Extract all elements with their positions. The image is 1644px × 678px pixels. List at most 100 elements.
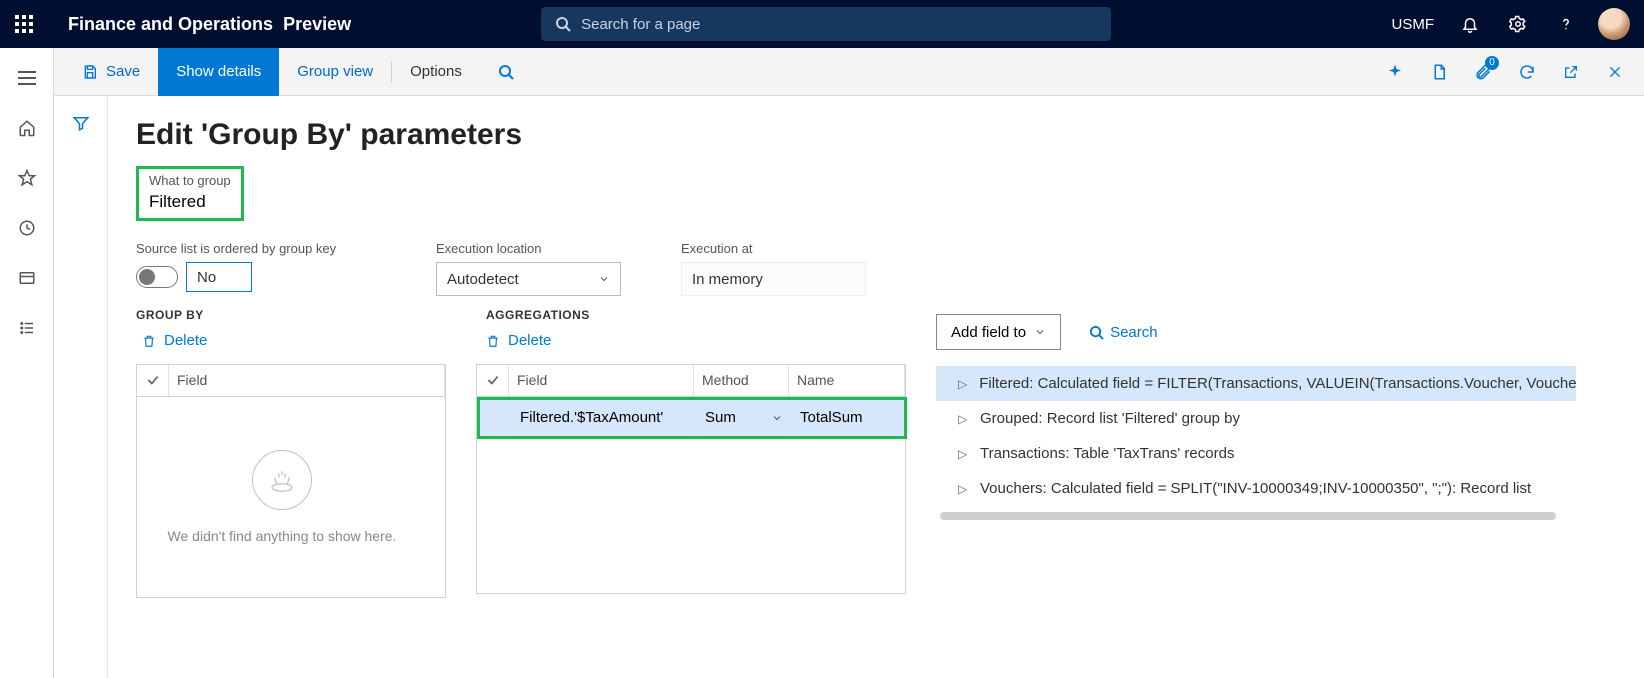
add-field-button[interactable]: Add field to xyxy=(936,314,1061,350)
groupby-field-header[interactable]: Field xyxy=(169,365,445,396)
exec-at-value: In memory xyxy=(681,262,866,296)
delete-label: Delete xyxy=(508,332,551,349)
app-title: Finance and Operations Preview xyxy=(68,14,351,35)
exec-location-select[interactable]: Autodetect xyxy=(436,262,621,296)
editor-columns: GROUP BY Delete Field xyxy=(136,308,1644,598)
app-launcher-button[interactable] xyxy=(0,0,48,48)
aggr-row[interactable]: Filtered.'$TaxAmount' Sum TotalSum xyxy=(480,400,904,436)
left-rail xyxy=(0,48,54,678)
global-search[interactable] xyxy=(541,7,1111,41)
ordered-toggle[interactable] xyxy=(136,266,178,288)
copilot-button[interactable] xyxy=(1376,53,1414,91)
tree-item-vouchers[interactable]: ▷ Vouchers: Calculated field = SPLIT("IN… xyxy=(936,471,1576,506)
options-label: Options xyxy=(410,63,462,80)
exec-at-label: Execution at xyxy=(681,241,866,256)
aggregations-column: AGGREGATIONS Delete Field Method Name xyxy=(476,308,906,598)
what-to-group-value[interactable]: Filtered xyxy=(149,188,231,212)
settings-button[interactable] xyxy=(1496,0,1540,48)
empty-icon xyxy=(252,450,312,510)
page-options-button[interactable] xyxy=(1420,53,1458,91)
search-input[interactable] xyxy=(581,16,1097,33)
group-view-button[interactable]: Group view xyxy=(279,48,391,96)
tree-item-transactions[interactable]: ▷ Transactions: Table 'TaxTrans' records xyxy=(936,436,1576,471)
what-to-group-block: What to group Filtered xyxy=(136,166,244,221)
show-details-button[interactable]: Show details xyxy=(158,48,279,96)
aggregations-select-all[interactable] xyxy=(477,365,509,396)
favorites-button[interactable] xyxy=(7,164,47,192)
aggregations-delete-button[interactable]: Delete xyxy=(486,332,551,349)
aggregations-grid: Field Method Name Filtered.'$TaxAmount' … xyxy=(476,364,906,594)
expand-icon[interactable]: ▷ xyxy=(958,412,968,426)
attachments-button[interactable]: 0 xyxy=(1464,53,1502,91)
picker-search-button[interactable]: Search xyxy=(1089,324,1158,341)
exec-location-group: Execution location Autodetect xyxy=(436,241,621,296)
popout-button[interactable] xyxy=(1552,53,1590,91)
check-icon xyxy=(486,373,500,387)
aggr-method-header[interactable]: Method xyxy=(694,365,789,396)
avatar-button[interactable] xyxy=(1592,0,1636,48)
filter-button[interactable] xyxy=(72,114,90,132)
main-pane: Edit 'Group By' parameters What to group… xyxy=(108,96,1644,678)
trash-icon xyxy=(142,333,156,349)
tree-item-label: Transactions: Table 'TaxTrans' records xyxy=(980,445,1234,462)
options-button[interactable]: Options xyxy=(392,48,480,96)
save-button[interactable]: Save xyxy=(64,48,158,96)
exec-at-group: Execution at In memory xyxy=(681,241,866,296)
tree-item-filtered[interactable]: ▷ Filtered: Calculated field = FILTER(Tr… xyxy=(936,366,1576,401)
star-icon xyxy=(18,169,36,187)
refresh-button[interactable] xyxy=(1508,53,1546,91)
gear-icon xyxy=(1509,15,1527,33)
home-button[interactable] xyxy=(7,114,47,142)
horizontal-scrollbar[interactable] xyxy=(940,512,1556,520)
action-search-button[interactable] xyxy=(480,48,532,96)
content-area: Edit 'Group By' parameters What to group… xyxy=(54,96,1644,678)
aggr-row-checkbox[interactable] xyxy=(480,400,512,436)
tree-item-label: Filtered: Calculated field = FILTER(Tran… xyxy=(979,375,1576,392)
add-field-label: Add field to xyxy=(951,324,1026,341)
field-picker-column: Add field to Search ▷ Filtered: Calculat… xyxy=(936,308,1576,598)
ordered-group: Source list is ordered by group key No xyxy=(136,241,376,296)
groupby-delete-button[interactable]: Delete xyxy=(142,332,207,349)
aggr-row-highlight: Filtered.'$TaxAmount' Sum TotalSum xyxy=(477,397,907,439)
workspaces-button[interactable] xyxy=(7,264,47,292)
recent-button[interactable] xyxy=(7,214,47,242)
search-label: Search xyxy=(1110,324,1158,341)
parameter-row: Source list is ordered by group key No E… xyxy=(136,241,1644,296)
company-code[interactable]: USMF xyxy=(1382,16,1445,33)
groupby-select-all[interactable] xyxy=(137,365,169,396)
chevron-down-icon xyxy=(598,273,610,285)
aggr-field-cell[interactable]: Filtered.'$TaxAmount' xyxy=(512,400,697,436)
chevron-down-icon xyxy=(1034,326,1046,338)
ordered-value[interactable]: No xyxy=(186,262,252,292)
expand-icon[interactable]: ▷ xyxy=(958,482,968,496)
notifications-button[interactable] xyxy=(1448,0,1492,48)
expand-icon[interactable]: ▷ xyxy=(958,447,968,461)
hamburger-button[interactable] xyxy=(7,64,47,92)
trash-icon xyxy=(486,333,500,349)
close-button[interactable] xyxy=(1596,53,1634,91)
aggr-method-cell[interactable]: Sum xyxy=(697,400,792,436)
search-icon xyxy=(1089,325,1104,340)
aggr-name-header[interactable]: Name xyxy=(789,365,905,396)
ordered-label: Source list is ordered by group key xyxy=(136,241,376,256)
tree-item-grouped[interactable]: ▷ Grouped: Record list 'Filtered' group … xyxy=(936,401,1576,436)
expand-icon[interactable]: ▷ xyxy=(958,377,967,391)
aggr-name-cell[interactable]: TotalSum xyxy=(792,400,904,436)
empty-message: We didn't find anything to show here. xyxy=(168,528,397,544)
popout-icon xyxy=(1563,64,1579,80)
what-to-group-label: What to group xyxy=(149,173,231,188)
modules-button[interactable] xyxy=(7,314,47,342)
aggregations-title: AGGREGATIONS xyxy=(476,308,906,322)
exec-location-label: Execution location xyxy=(436,241,621,256)
groupby-grid: Field We didn't find anything to show he… xyxy=(136,364,446,598)
group-view-label: Group view xyxy=(297,63,373,80)
help-button[interactable] xyxy=(1544,0,1588,48)
aggr-field-header[interactable]: Field xyxy=(509,365,694,396)
check-icon xyxy=(146,373,160,387)
action-bar: Save Show details Group view Options 0 xyxy=(54,48,1644,96)
tree-item-label: Grouped: Record list 'Filtered' group by xyxy=(980,410,1240,427)
avatar xyxy=(1598,8,1630,40)
top-nav-bar: Finance and Operations Preview USMF xyxy=(0,0,1644,48)
close-icon xyxy=(1607,64,1623,80)
waffle-icon xyxy=(15,15,33,33)
